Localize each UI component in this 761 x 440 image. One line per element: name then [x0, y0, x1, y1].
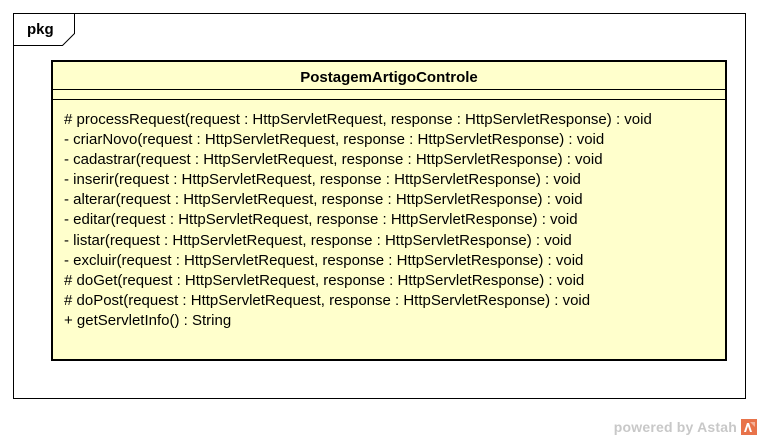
operation-item: # doGet(request : HttpServletRequest, re… [64, 271, 585, 289]
operation-item: + getServletInfo() : String [64, 311, 232, 329]
operation-item: - editar(request : HttpServletRequest, r… [64, 211, 578, 229]
name-compartment-divider [53, 89, 725, 90]
operation-item: - inserir(request : HttpServletRequest, … [64, 171, 581, 189]
operation-item: # doPost(request : HttpServletRequest, r… [64, 291, 591, 309]
operation-item: - listar(request : HttpServletRequest, r… [64, 231, 572, 249]
operations-list: # processRequest(request : HttpServletRe… [64, 110, 652, 331]
class-name: PostagemArtigoControle [300, 69, 478, 86]
operation-item: - alterar(request : HttpServletRequest, … [64, 191, 583, 209]
operation-item: - excluir(request : HttpServletRequest, … [64, 251, 584, 269]
operation-item: # processRequest(request : HttpServletRe… [64, 111, 652, 128]
attribute-compartment-divider [53, 99, 725, 100]
astah-logo-icon [741, 419, 757, 435]
package-label: pkg [27, 21, 54, 38]
operation-item: - cadastrar(request : HttpServletRequest… [64, 151, 603, 169]
operation-item: - criarNovo(request : HttpServletRequest… [64, 131, 605, 149]
class-box[interactable]: PostagemArtigoControle # processRequest(… [51, 60, 727, 361]
powered-by-text: powered by Astah [613, 419, 737, 435]
